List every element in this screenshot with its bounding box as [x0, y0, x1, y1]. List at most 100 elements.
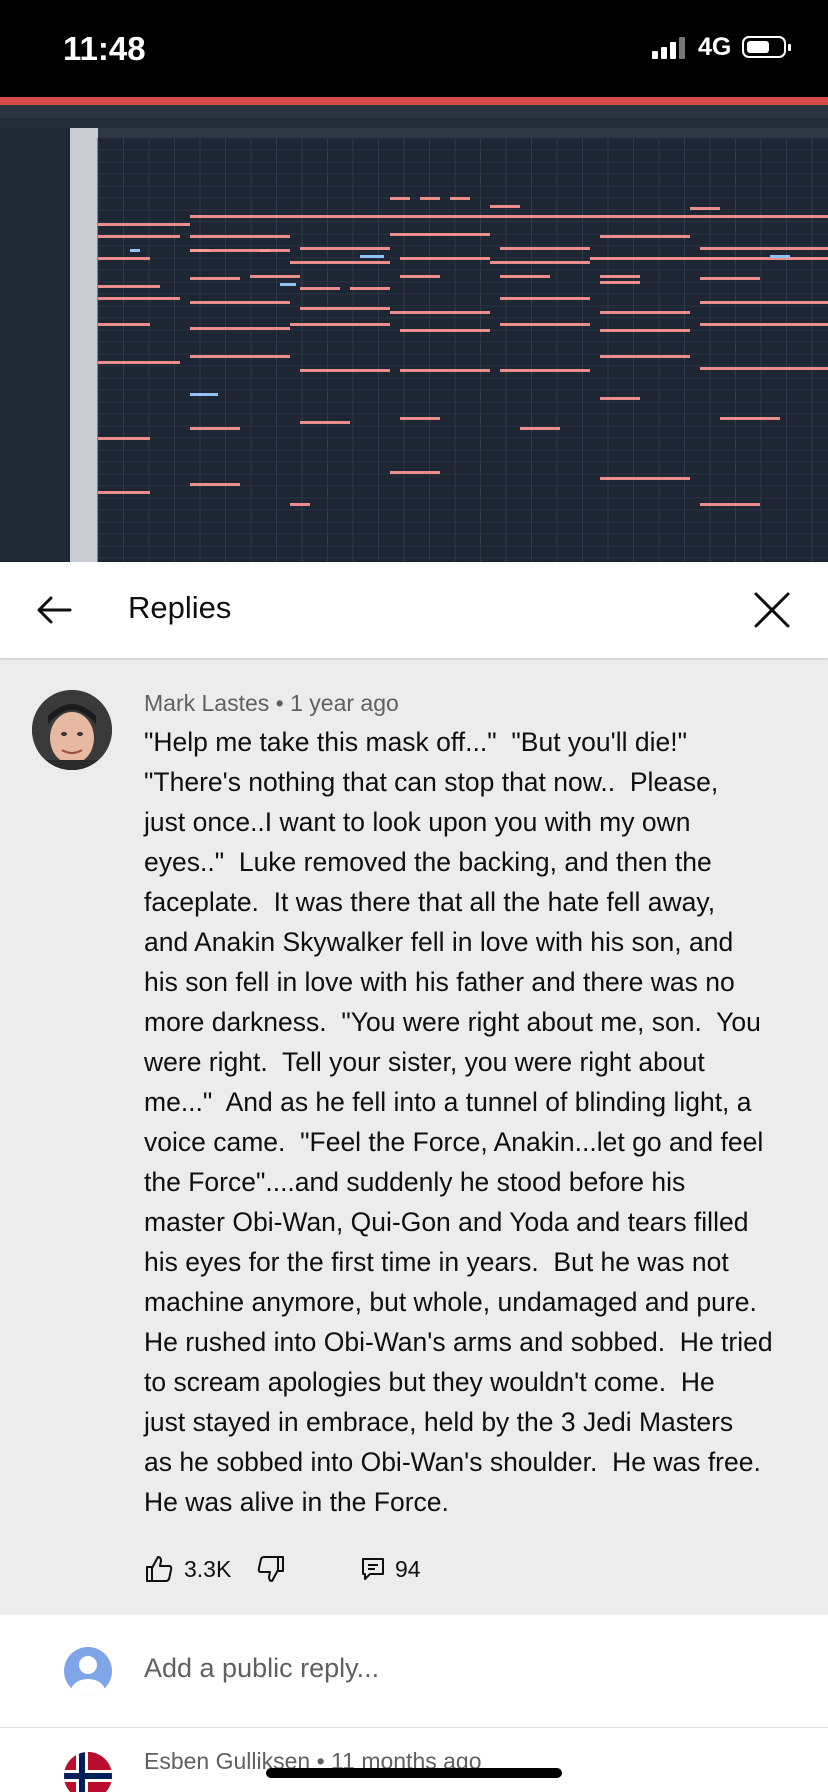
avatar[interactable]	[32, 690, 112, 770]
midi-note	[490, 215, 590, 218]
midi-note-selected	[360, 255, 384, 258]
midi-note	[600, 281, 640, 284]
network-type: 4G	[698, 33, 732, 61]
midi-note	[290, 323, 390, 326]
midi-note	[690, 215, 828, 218]
midi-note	[300, 369, 390, 372]
midi-note	[600, 477, 690, 480]
video-player[interactable]	[0, 97, 828, 562]
reply-input[interactable]	[144, 1653, 764, 1684]
midi-note	[500, 369, 590, 372]
close-icon[interactable]	[752, 590, 792, 630]
midi-note	[400, 369, 490, 372]
daw-toolbar	[0, 105, 828, 118]
midi-note	[98, 323, 150, 326]
midi-note	[260, 249, 270, 252]
midi-note	[700, 503, 760, 506]
piano-keys	[70, 128, 98, 562]
midi-note	[500, 247, 590, 250]
status-bar: 11:48 4G	[0, 0, 828, 97]
reply-count[interactable]: 94	[395, 1556, 421, 1583]
midi-note-selected	[190, 393, 218, 396]
midi-note	[390, 233, 490, 236]
thumbs-up-icon[interactable]	[144, 1554, 174, 1584]
midi-note	[250, 275, 300, 278]
midi-note	[300, 247, 390, 250]
midi-note	[98, 223, 190, 226]
midi-note	[500, 297, 590, 300]
midi-note	[300, 421, 350, 424]
avatar[interactable]	[64, 1752, 112, 1792]
midi-note	[690, 207, 720, 210]
replies-header: Replies	[0, 562, 828, 658]
midi-note	[390, 197, 410, 200]
midi-note	[600, 235, 690, 238]
midi-note	[700, 247, 828, 250]
midi-note	[400, 257, 490, 260]
midi-note	[350, 287, 390, 290]
midi-note	[290, 261, 390, 264]
reply-icon[interactable]	[360, 1556, 386, 1582]
midi-note	[390, 311, 490, 314]
midi-note	[490, 205, 520, 208]
midi-note	[600, 275, 640, 278]
midi-note	[390, 471, 440, 474]
midi-note	[190, 215, 290, 218]
midi-note	[98, 361, 180, 364]
midi-note	[700, 301, 828, 304]
midi-note	[300, 287, 340, 290]
midi-note	[400, 417, 440, 420]
flag-avatar	[64, 1752, 112, 1792]
back-arrow-icon[interactable]	[34, 590, 74, 630]
midi-note	[190, 235, 290, 238]
midi-note	[190, 483, 240, 486]
avatar-photo	[32, 690, 112, 770]
comment-age: 1 year ago	[290, 690, 399, 716]
midi-note	[500, 323, 590, 326]
comment-author[interactable]: Mark Lastes	[144, 690, 269, 716]
midi-note-selected	[770, 255, 790, 258]
midi-note	[600, 355, 690, 358]
midi-note	[500, 275, 550, 278]
midi-note	[420, 197, 440, 200]
midi-note	[600, 329, 690, 332]
comment-text: "Help me take this mask off..." "But you…	[144, 727, 773, 1517]
midi-note	[400, 329, 490, 332]
midi-note	[590, 257, 690, 260]
meta-separator: •	[275, 690, 284, 716]
midi-note	[98, 437, 150, 440]
midi-note-selected	[130, 249, 140, 252]
comment-actions: 3.3K 94	[144, 1548, 544, 1588]
midi-note	[400, 275, 440, 278]
midi-note	[450, 197, 470, 200]
midi-note	[98, 491, 150, 494]
comment-meta: Mark Lastes • 1 year ago	[144, 690, 399, 717]
midi-note	[600, 311, 690, 314]
daw-inspector	[0, 128, 70, 562]
midi-note	[300, 307, 390, 310]
midi-note	[590, 215, 690, 218]
midi-note	[190, 249, 210, 252]
midi-note	[190, 327, 290, 330]
default-avatar-icon	[71, 1656, 105, 1695]
home-indicator[interactable]	[266, 1768, 562, 1778]
daw-menu-bar	[0, 97, 828, 105]
battery-icon	[742, 36, 791, 58]
midi-note	[190, 301, 290, 304]
midi-note	[98, 235, 180, 238]
like-count: 3.3K	[184, 1556, 232, 1582]
midi-note	[600, 397, 640, 400]
midi-note	[700, 367, 828, 370]
top-comment: Mark Lastes • 1 year ago "Help me take t…	[0, 660, 828, 1615]
add-reply-row	[0, 1615, 828, 1727]
cellular-signal-icon	[652, 37, 685, 59]
midi-note	[190, 355, 290, 358]
midi-note	[190, 277, 240, 280]
piano-roll-frame	[0, 97, 828, 562]
midi-note	[700, 277, 760, 280]
midi-note	[290, 215, 390, 218]
midi-note	[700, 323, 828, 326]
midi-note	[520, 427, 560, 430]
midi-note	[690, 257, 828, 260]
thumbs-down-icon[interactable]	[256, 1554, 286, 1584]
